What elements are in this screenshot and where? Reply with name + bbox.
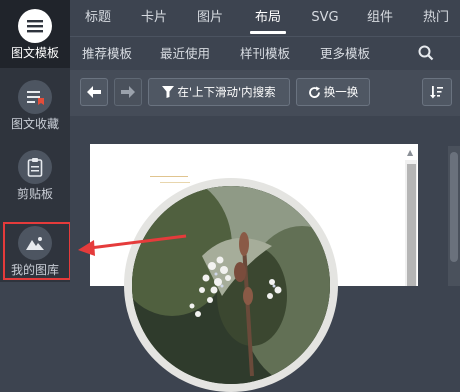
tab-component[interactable]: 组件 <box>360 0 400 36</box>
filter-icon <box>162 86 175 98</box>
search-in-category-button[interactable]: 在'上下滑动'内搜索 <box>148 78 290 106</box>
template-preview-card[interactable] <box>90 144 418 392</box>
subnav-more[interactable]: 更多模板 <box>320 37 370 71</box>
arrow-left-icon <box>87 86 101 98</box>
sidebar-item-label: 图文收藏 <box>10 117 59 131</box>
sidebar-item-templates[interactable]: 图文模板 <box>0 0 70 68</box>
sidebar-item-label: 我的图库 <box>10 263 59 277</box>
sidebar-item-gallery[interactable]: 我的图库 <box>0 226 70 277</box>
tab-hot[interactable]: 热门 <box>416 0 456 36</box>
sidebar-item-label: 图文模板 <box>10 46 59 60</box>
sort-button[interactable] <box>422 78 452 106</box>
outer-scroll-thumb[interactable] <box>450 152 458 262</box>
sidebar-item-clipboard[interactable]: 剪贴板 <box>0 150 70 201</box>
template-workspace: ▲ <box>70 116 460 392</box>
clipboard-icon <box>18 150 52 184</box>
sidebar: 图文模板 图文收藏 剪贴板 我的图库 <box>0 0 70 282</box>
shuffle-button[interactable]: 换一换 <box>296 78 370 106</box>
tab-card[interactable]: 卡片 <box>134 0 174 36</box>
tab-title[interactable]: 标题 <box>76 0 120 36</box>
bookmark-icon <box>18 80 52 114</box>
refresh-icon <box>308 86 320 98</box>
tab-layout[interactable]: 布局 <box>246 0 290 36</box>
sub-nav: 推荐模板 最近使用 样刊模板 更多模板 <box>70 36 460 71</box>
tab-svg[interactable]: SVG <box>306 0 344 36</box>
sort-icon <box>430 86 443 99</box>
back-button[interactable] <box>80 78 108 106</box>
subnav-recommended[interactable]: 推荐模板 <box>82 37 132 71</box>
forward-button[interactable] <box>114 78 142 106</box>
decor-line <box>150 176 188 177</box>
sidebar-item-label: 剪贴板 <box>16 187 53 201</box>
decor-line <box>160 182 190 183</box>
inner-scroll-thumb[interactable] <box>407 164 416 286</box>
subnav-recent[interactable]: 最近使用 <box>160 37 210 71</box>
image-icon <box>18 226 52 260</box>
list-icon <box>18 9 52 43</box>
toolbar: 在'上下滑动'内搜索 换一换 <box>70 70 460 116</box>
top-nav: 标题 卡片 图片 布局 SVG 组件 热门 <box>70 0 460 36</box>
refresh-label: 换一换 <box>323 85 359 99</box>
template-photo <box>132 186 330 384</box>
arrow-right-icon <box>121 86 135 98</box>
subnav-sample[interactable]: 样刊模板 <box>240 37 290 71</box>
sidebar-item-favorites[interactable]: 图文收藏 <box>0 80 70 131</box>
tab-image[interactable]: 图片 <box>190 0 230 36</box>
inner-scroll-up-icon[interactable]: ▲ <box>407 148 413 157</box>
search-icon[interactable] <box>418 45 434 65</box>
filter-label: 在'上下滑动'内搜索 <box>177 85 276 99</box>
